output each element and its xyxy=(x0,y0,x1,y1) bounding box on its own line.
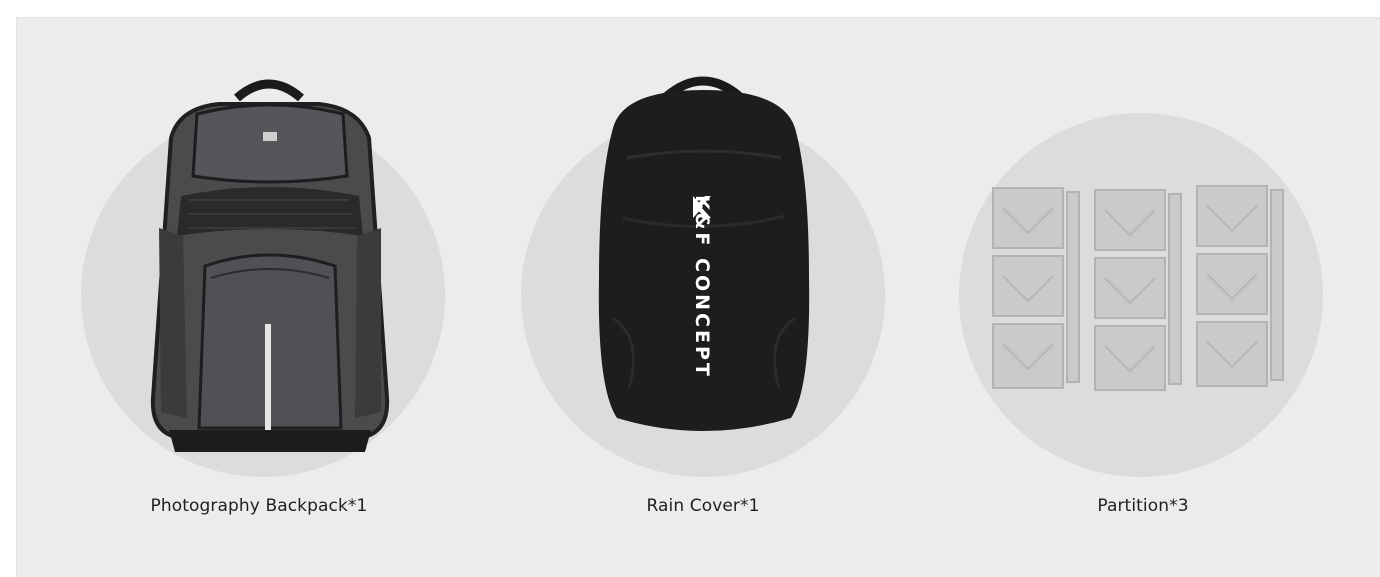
package-item-backpack: Photography Backpack*1 xyxy=(49,18,469,538)
package-contents-panel: Photography Backpack*1 K&F CONCEPT Rain … xyxy=(16,17,1380,577)
item-label: Photography Backpack*1 xyxy=(150,496,368,516)
rain-cover-brand-text: K&F CONCEPT xyxy=(691,195,713,379)
page: Photography Backpack*1 K&F CONCEPT Rain … xyxy=(0,0,1380,577)
item-label: Partition*3 xyxy=(1097,496,1189,516)
camera-backpack-icon xyxy=(150,79,390,452)
package-item-partition: Partition*3 xyxy=(933,18,1353,538)
package-item-rain-cover: K&F CONCEPT Rain Cover*1 xyxy=(493,18,913,538)
partition-dividers-icon xyxy=(992,185,1284,391)
item-label: Rain Cover*1 xyxy=(646,496,760,516)
